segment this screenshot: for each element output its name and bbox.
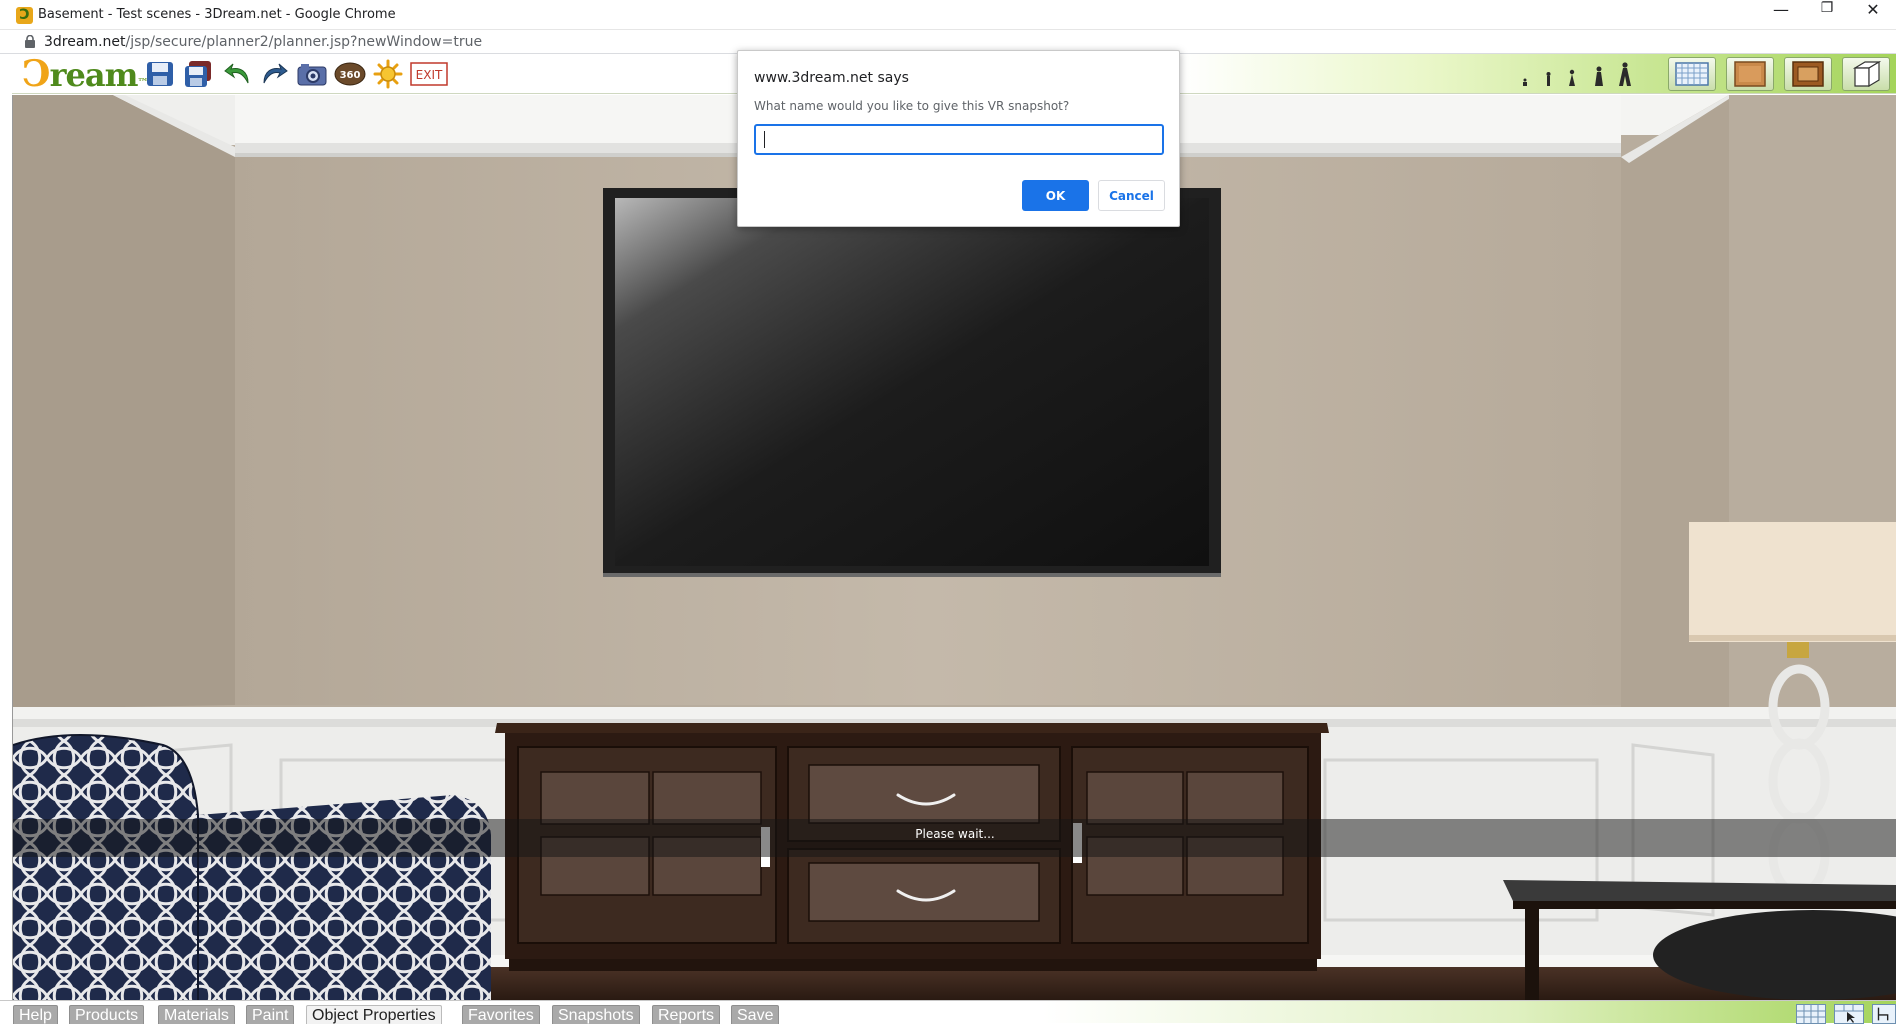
wood-wall-view-button[interactable] — [1726, 57, 1774, 91]
tab-materials[interactable]: Materials — [158, 1005, 235, 1024]
camera-icon[interactable] — [296, 59, 328, 89]
view-360-icon[interactable]: 360 — [334, 59, 366, 89]
room-scene[interactable] — [13, 95, 1896, 1000]
chair-view-icon[interactable] — [1872, 1004, 1896, 1024]
window-titlebar: Ↄ Basement - Test scenes - 3Dream.net - … — [0, 0, 1896, 30]
view-360-label: 360 — [340, 70, 361, 81]
tab-paint[interactable]: Paint — [246, 1005, 295, 1024]
grid-view-icon[interactable] — [1796, 1004, 1826, 1024]
loading-status-text: Please wait... — [915, 827, 995, 841]
tab-products[interactable]: Products — [69, 1005, 145, 1024]
plan-cursor-icon[interactable] — [1834, 1004, 1864, 1024]
url-domain: 3dream.net — [44, 34, 126, 50]
tab-snapshots[interactable]: Snapshots — [552, 1005, 640, 1024]
exit-label: EXIT — [416, 68, 443, 82]
undo-icon[interactable] — [222, 59, 254, 89]
person-height-icons[interactable] — [1517, 60, 1657, 90]
window-title: Basement - Test scenes - 3Dream.net - Go… — [38, 7, 396, 22]
dialog-message: What name would you like to give this VR… — [754, 99, 1070, 113]
logo-mark: Ↄ — [22, 53, 51, 95]
floor-plan-view-icon — [1675, 62, 1709, 86]
dialog-origin: www.3dream.net says — [754, 70, 909, 86]
tab-save[interactable]: Save — [731, 1005, 780, 1024]
wood-wall-view-icon — [1734, 61, 1766, 87]
tab-object-properties[interactable]: Object Properties — [306, 1005, 442, 1024]
restore-button[interactable]: ❐ — [1804, 0, 1850, 30]
framed-wall-view-icon — [1792, 61, 1824, 87]
settings-sun-icon[interactable] — [372, 59, 404, 89]
3dream-logo: Ↄream™ — [22, 53, 148, 95]
tab-favorites[interactable]: Favorites — [462, 1005, 540, 1024]
vr-snapshot-prompt-dialog: www.3dream.net says What name would you … — [737, 50, 1180, 227]
url-path: /jsp/secure/planner2/planner.jsp?newWind… — [125, 34, 483, 50]
minimize-button[interactable]: — — [1758, 0, 1804, 30]
tab-reports[interactable]: Reports — [652, 1005, 721, 1024]
3d-box-view-icon — [1852, 60, 1882, 88]
redo-icon[interactable] — [258, 59, 290, 89]
lock-icon — [25, 35, 35, 48]
logo-name: ream — [49, 56, 139, 94]
ok-button[interactable]: OK — [1022, 180, 1089, 211]
text-caret — [764, 131, 765, 148]
3d-viewport[interactable]: Please wait... — [12, 95, 1896, 1000]
framed-wall-view-button[interactable] — [1784, 57, 1832, 91]
save-icon[interactable] — [144, 59, 176, 89]
floor-plan-view-button[interactable] — [1668, 57, 1716, 91]
3d-box-view-button[interactable] — [1842, 57, 1890, 91]
exit-icon[interactable]: EXIT — [410, 59, 448, 89]
cancel-button[interactable]: Cancel — [1098, 180, 1165, 211]
save-as-icon[interactable] — [182, 59, 214, 89]
bottom-tab-bar: Help Products Materials Paint Object Pro… — [0, 1000, 1896, 1024]
site-favicon-icon: Ↄ — [16, 7, 33, 24]
close-window-button[interactable]: ✕ — [1850, 0, 1896, 30]
tab-help[interactable]: Help — [13, 1005, 58, 1024]
url-text[interactable]: 3dream.net/jsp/secure/planner2/planner.j… — [44, 34, 482, 50]
snapshot-name-input[interactable] — [754, 124, 1164, 155]
